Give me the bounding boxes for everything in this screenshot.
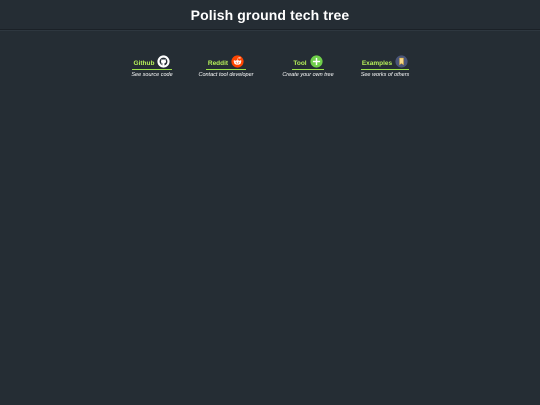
page: Polish ground tech tree Github See sourc… <box>0 0 540 405</box>
tool-description: Create your own tree <box>282 72 334 78</box>
github-description: See source code <box>131 72 173 78</box>
github-underline <box>132 69 172 70</box>
reddit-link-label: Reddit <box>207 60 229 67</box>
tool-link-label: Tool <box>293 60 307 67</box>
reddit-underline <box>206 69 246 70</box>
bookmark-icon <box>395 55 408 68</box>
tool-link[interactable]: Tool Create your own tree <box>274 50 342 78</box>
examples-description: See works of others <box>360 72 410 78</box>
github-icon <box>157 55 171 68</box>
examples-link[interactable]: Examples See works of others <box>352 50 418 78</box>
plus-icon <box>310 55 323 68</box>
examples-underline <box>361 69 409 70</box>
github-link[interactable]: Github See source code <box>122 50 182 78</box>
header-bar: Polish ground tech tree <box>0 0 540 30</box>
reddit-icon <box>231 55 244 68</box>
tool-underline <box>292 69 324 70</box>
github-link-label: Github <box>133 60 155 67</box>
reddit-description: Contact tool developer <box>198 72 254 78</box>
examples-link-label: Examples <box>361 60 393 67</box>
reddit-link[interactable]: Reddit Contact tool developer <box>190 50 262 78</box>
page-title: Polish ground tech tree <box>190 6 350 23</box>
